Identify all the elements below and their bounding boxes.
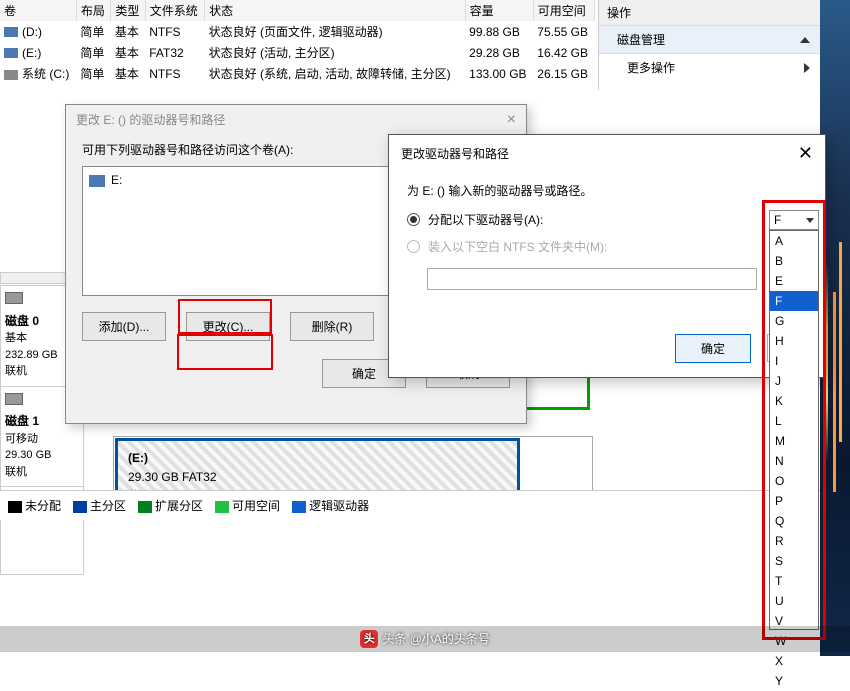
legend-swatch	[292, 501, 306, 513]
dropdown-option[interactable]: H	[770, 331, 818, 351]
close-icon[interactable]: ✕	[798, 143, 813, 164]
dropdown-option[interactable]: M	[770, 431, 818, 451]
table-row[interactable]: 系统 (C:)简单基本NTFS状态良好 (系统, 启动, 活动, 故障转储, 主…	[0, 63, 595, 84]
dropdown-option[interactable]: L	[770, 411, 818, 431]
add-button[interactable]: 添加(D)...	[82, 312, 166, 341]
dropdown-option[interactable]: R	[770, 531, 818, 551]
dropdown-option[interactable]: S	[770, 551, 818, 571]
table-row[interactable]: (E:)简单基本FAT32状态良好 (活动, 主分区)29.28 GB16.42…	[0, 42, 595, 63]
legend-item: 逻辑驱动器	[292, 497, 369, 514]
chevron-up-icon	[800, 37, 810, 43]
drive-letter-select[interactable]: F	[769, 210, 819, 230]
legend-item: 扩展分区	[138, 497, 203, 514]
dropdown-option[interactable]: Y	[770, 671, 818, 691]
actions-more[interactable]: 更多操作	[599, 54, 820, 81]
dropdown-option[interactable]: U	[770, 591, 818, 611]
actions-disk-mgmt[interactable]: 磁盘管理	[599, 26, 820, 54]
remove-button[interactable]: 删除(R)	[290, 312, 374, 341]
dropdown-option[interactable]: N	[770, 451, 818, 471]
legend-item: 主分区	[73, 497, 126, 514]
legend: 未分配主分区扩展分区可用空间逻辑驱动器	[0, 490, 820, 520]
chevron-right-icon	[804, 63, 810, 73]
legend-swatch	[8, 501, 22, 513]
dropdown-option[interactable]: P	[770, 491, 818, 511]
change-button[interactable]: 更改(C)...	[186, 312, 270, 341]
column-header[interactable]: 状态	[205, 0, 466, 21]
column-header[interactable]: 可用空间	[533, 0, 594, 21]
column-header[interactable]: 布局	[76, 0, 110, 21]
dropdown-option[interactable]: B	[770, 251, 818, 271]
legend-item: 可用空间	[215, 497, 280, 514]
chevron-down-icon	[806, 218, 814, 223]
drive-letter-dropdown[interactable]: ABEFGHIJKLMNOPQRSTUVWXY	[769, 230, 819, 630]
ok-button[interactable]: 确定	[675, 334, 751, 363]
dropdown-option[interactable]: O	[770, 471, 818, 491]
legend-item: 未分配	[8, 497, 61, 514]
column-header[interactable]: 容量	[465, 0, 533, 21]
partition-label: (E:)	[128, 451, 148, 465]
actions-panel: 操作 磁盘管理 更多操作	[598, 0, 820, 90]
volume-icon	[4, 70, 18, 80]
column-header[interactable]: 文件系统	[145, 0, 204, 21]
dropdown-option[interactable]: X	[770, 651, 818, 671]
label-assign-letter: 分配以下驱动器号(A):	[428, 211, 543, 228]
dropdown-option[interactable]: A	[770, 231, 818, 251]
column-header[interactable]: 类型	[111, 0, 145, 21]
dialog2-prompt: 为 E: () 输入新的驱动器号或路径。	[407, 182, 807, 199]
actions-header: 操作	[599, 0, 820, 26]
radio-mount-folder[interactable]	[407, 240, 420, 253]
dialog1-title: 更改 E: () 的驱动器号和路径	[76, 111, 225, 129]
label-mount-folder: 装入以下空白 NTFS 文件夹中(M):	[428, 238, 607, 255]
legend-swatch	[73, 501, 87, 513]
watermark: 头头条 @小A的头条号	[0, 626, 850, 652]
dropdown-option[interactable]: T	[770, 571, 818, 591]
volume-icon	[4, 48, 18, 58]
legend-swatch	[138, 501, 152, 513]
drive-letter-value: F	[774, 213, 781, 227]
dropdown-option[interactable]: J	[770, 371, 818, 391]
dropdown-option[interactable]: E	[770, 271, 818, 291]
assign-letter-dialog: 更改驱动器号和路径 ✕ 为 E: () 输入新的驱动器号或路径。 分配以下驱动器…	[388, 134, 826, 378]
disk-icon	[5, 393, 23, 405]
volume-table[interactable]: 卷布局类型文件系统状态容量可用空间 (D:)简单基本NTFS状态良好 (页面文件…	[0, 0, 595, 84]
toutiao-logo-icon: 头	[360, 630, 378, 648]
mount-path-input	[427, 268, 757, 290]
table-row[interactable]: (D:)简单基本NTFS状态良好 (页面文件, 逻辑驱动器)99.88 GB75…	[0, 21, 595, 42]
disk-icon	[5, 292, 23, 304]
dropdown-option[interactable]: G	[770, 311, 818, 331]
drive-icon	[89, 175, 105, 187]
dropdown-option[interactable]: I	[770, 351, 818, 371]
volume-icon	[4, 27, 18, 37]
radio-assign-letter[interactable]	[407, 213, 420, 226]
dropdown-option[interactable]: K	[770, 391, 818, 411]
dialog2-title: 更改驱动器号和路径	[401, 145, 509, 162]
close-icon[interactable]: ×	[507, 111, 516, 129]
legend-swatch	[215, 501, 229, 513]
column-header[interactable]: 卷	[0, 0, 76, 21]
partition-size: 29.30 GB FAT32	[128, 470, 217, 484]
dropdown-option[interactable]: Q	[770, 511, 818, 531]
dropdown-option[interactable]: F	[770, 291, 818, 311]
